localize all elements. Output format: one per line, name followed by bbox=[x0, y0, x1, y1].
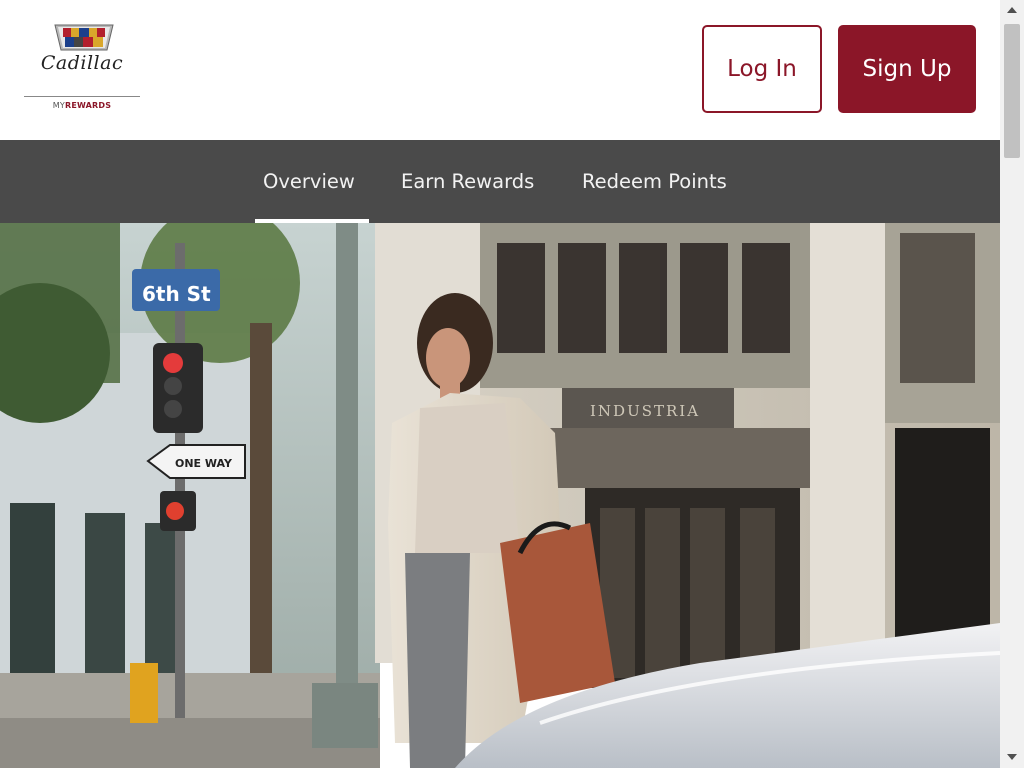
tagline-prefix: MY bbox=[52, 101, 65, 110]
scroll-up-arrow-icon[interactable] bbox=[1003, 3, 1021, 17]
scroll-down-arrow-icon[interactable] bbox=[1003, 750, 1021, 764]
tab-overview[interactable]: Overview bbox=[263, 140, 355, 223]
logo-divider bbox=[24, 96, 140, 97]
tab-earn-rewards[interactable]: Earn Rewards bbox=[401, 140, 534, 223]
hero-image: 6th St ONE WAY INDUSTRIA bbox=[0, 223, 1000, 768]
login-button[interactable]: Log In bbox=[702, 25, 822, 113]
cadillac-crest-icon bbox=[54, 24, 114, 51]
building-sign-text: INDUSTRIA bbox=[590, 402, 700, 420]
cadillac-wordmark: Cadillac bbox=[40, 52, 124, 74]
main-nav: Overview Earn Rewards Redeem Points bbox=[0, 140, 1000, 223]
one-way-sign-text: ONE WAY bbox=[175, 457, 233, 470]
tagline-accent: REWARDS bbox=[64, 101, 112, 110]
tab-redeem-points[interactable]: Redeem Points bbox=[582, 140, 727, 223]
cadillac-my-rewards-logo[interactable]: Cadillac MYREWARDS bbox=[24, 24, 140, 114]
my-rewards-tagline: MYREWARDS bbox=[24, 101, 140, 110]
street-scene-image: 6th St ONE WAY INDUSTRIA bbox=[0, 223, 1000, 768]
signup-button[interactable]: Sign Up bbox=[838, 25, 976, 113]
site-header: Cadillac MYREWARDS Log In Sign Up bbox=[0, 0, 1000, 138]
street-sign-text: 6th St bbox=[142, 282, 211, 306]
scrollbar-thumb[interactable] bbox=[1004, 24, 1020, 158]
